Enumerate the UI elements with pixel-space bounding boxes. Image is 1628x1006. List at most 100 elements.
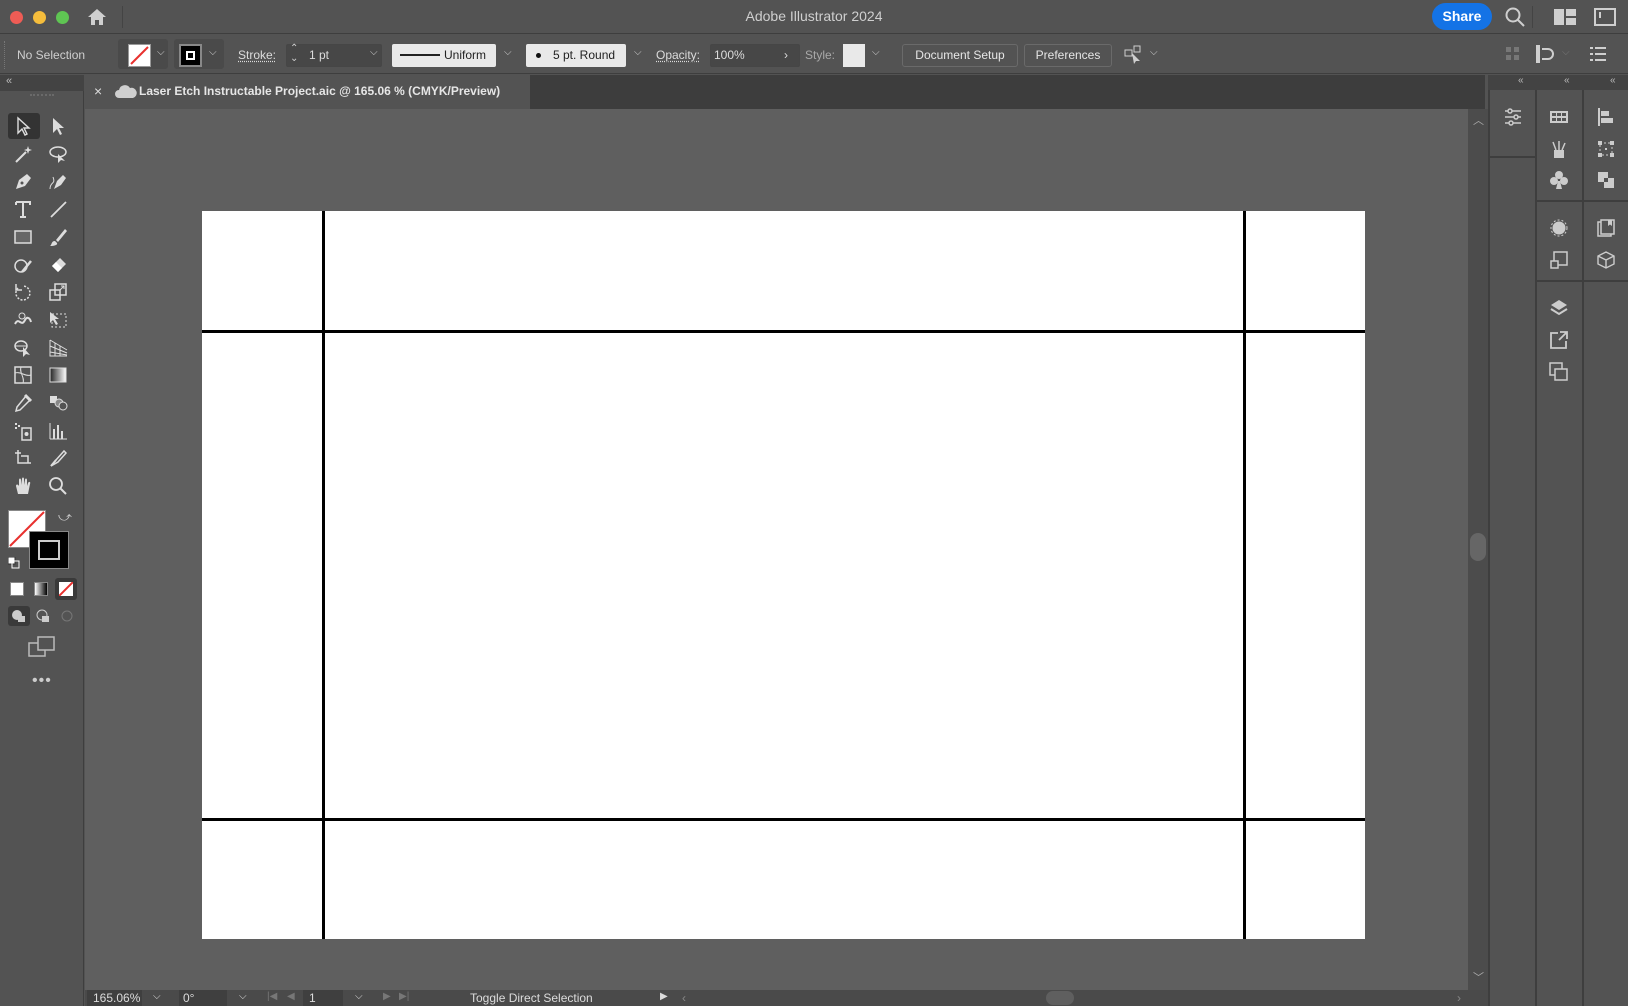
scale-tool[interactable]	[43, 279, 73, 305]
next-artboard-icon[interactable]: ▶	[383, 991, 391, 1002]
perspective-grid-tool[interactable]	[43, 335, 73, 361]
swatches-icon[interactable]	[1545, 103, 1573, 131]
artboard-tool[interactable]	[8, 445, 38, 471]
brush-definition[interactable]: 5 pt. Round	[526, 44, 626, 67]
document-tab[interactable]: × Laser Etch Instructable Project.aic @ …	[85, 75, 530, 109]
edit-toolbar-icon[interactable]: •••	[32, 672, 52, 690]
variable-width-profile[interactable]: Uniform	[392, 44, 496, 67]
select-similar-icon[interactable]	[1124, 45, 1144, 70]
export-icon[interactable]	[1545, 326, 1573, 354]
curvature-tool[interactable]	[43, 168, 73, 194]
eraser-tool[interactable]	[43, 252, 73, 278]
artboard[interactable]	[202, 211, 1365, 939]
type-tool[interactable]	[8, 196, 38, 222]
collapse-dock-1-icon[interactable]: «	[1518, 75, 1524, 86]
free-transform-tool[interactable]	[43, 307, 73, 333]
share-button[interactable]: Share	[1432, 3, 1492, 30]
pathfinder-icon[interactable]	[1592, 166, 1620, 194]
vertical-scroll-thumb[interactable]	[1470, 533, 1486, 561]
brush-chevron-icon[interactable]: ⌵	[634, 47, 642, 58]
rectangle-tool[interactable]	[8, 224, 38, 250]
layers-icon[interactable]	[1545, 294, 1573, 322]
horizontal-scroll-thumb[interactable]	[1046, 991, 1074, 1005]
graphic-style-swatch[interactable]	[843, 44, 865, 67]
align-options-icon[interactable]	[1536, 45, 1556, 68]
document-setup-button[interactable]: Document Setup	[902, 44, 1018, 67]
mesh-tool[interactable]	[8, 362, 38, 388]
shaper-tool[interactable]	[8, 252, 38, 278]
opacity-label[interactable]: Opacity:	[656, 48, 700, 62]
color-mode-button[interactable]	[10, 582, 24, 596]
direct-selection-tool[interactable]	[43, 113, 73, 139]
lasso-tool[interactable]	[43, 141, 73, 167]
slice-tool[interactable]	[43, 445, 73, 471]
stroke-weight-field[interactable]	[286, 44, 382, 67]
rotation-value[interactable]: 0°	[183, 991, 194, 1005]
draw-inside-icon[interactable]	[56, 606, 78, 626]
first-artboard-icon[interactable]: |◀	[267, 991, 277, 1002]
draw-normal-icon[interactable]	[8, 606, 30, 626]
line-segment-tool[interactable]	[43, 196, 73, 222]
artboard-chevron-icon[interactable]: ⌵	[355, 991, 363, 1002]
column-graph-tool[interactable]	[43, 418, 73, 444]
rotate-tool[interactable]	[8, 279, 38, 305]
style-chevron-icon[interactable]: ⌵	[872, 47, 880, 58]
collapse-dock-3-icon[interactable]: «	[1610, 75, 1616, 86]
eyedropper-tool[interactable]	[8, 390, 38, 416]
fill-dropdown-chevron-icon[interactable]: ⌵	[157, 47, 165, 58]
last-artboard-icon[interactable]: ▶|	[399, 991, 409, 1002]
search-icon[interactable]	[1504, 6, 1526, 33]
align-icon[interactable]	[1592, 103, 1620, 131]
path-horizontal-bottom[interactable]	[202, 818, 1365, 821]
profile-chevron-icon[interactable]: ⌵	[504, 47, 512, 58]
transform-icon[interactable]	[1592, 135, 1620, 163]
swap-fill-stroke-icon[interactable]: ⤻	[58, 509, 72, 525]
panel-toggle-icon[interactable]	[1594, 8, 1616, 31]
paintbrush-tool[interactable]	[43, 224, 73, 250]
align-options-chevron-icon[interactable]: ⌵	[1562, 47, 1570, 58]
fill-swatch[interactable]	[128, 44, 151, 67]
hand-tool[interactable]	[8, 473, 38, 499]
collapse-icon[interactable]: «	[6, 75, 12, 87]
rotation-chevron-icon[interactable]: ⌵	[239, 991, 247, 1002]
stroke-weight-chevron-icon[interactable]: ⌵	[370, 47, 378, 58]
blend-tool[interactable]	[43, 390, 73, 416]
previous-artboard-icon[interactable]: ◀	[287, 991, 295, 1002]
vertical-scrollbar[interactable]: ︿ ﹀	[1468, 109, 1488, 990]
path-horizontal-top[interactable]	[202, 330, 1365, 333]
stroke-swatch[interactable]	[179, 44, 202, 67]
scroll-up-icon[interactable]: ︿	[1473, 112, 1484, 128]
close-tab-icon[interactable]: ×	[94, 83, 102, 99]
path-vertical-left[interactable]	[322, 211, 325, 939]
selection-tool[interactable]	[8, 113, 38, 139]
collapse-dock-2-icon[interactable]: «	[1564, 75, 1570, 86]
scroll-right-icon[interactable]: ›	[1457, 991, 1461, 1005]
zoom-chevron-icon[interactable]: ⌵	[153, 991, 161, 1002]
symbols-icon[interactable]	[1545, 166, 1573, 194]
scroll-left-icon[interactable]: ‹	[682, 991, 686, 1005]
brushes-icon[interactable]	[1545, 135, 1573, 163]
zoom-level[interactable]: 165.06%	[93, 991, 140, 1005]
artboard-number[interactable]: 1	[309, 991, 316, 1005]
shape-builder-tool[interactable]	[8, 335, 38, 361]
select-similar-chevron-icon[interactable]: ⌵	[1150, 47, 1158, 58]
workspace-switcher-icon[interactable]	[1554, 9, 1576, 30]
default-fill-stroke-icon[interactable]	[7, 556, 20, 569]
panel-menu-icon[interactable]	[1590, 47, 1606, 66]
stroke-dropdown-chevron-icon[interactable]: ⌵	[209, 47, 217, 58]
path-vertical-right[interactable]	[1243, 211, 1246, 939]
graphic-styles-icon[interactable]	[1545, 246, 1573, 274]
tools-grip[interactable]	[30, 94, 54, 96]
opacity-expand-icon[interactable]: ›	[784, 48, 788, 62]
magic-wand-tool[interactable]	[8, 141, 38, 167]
gradient-mode-button[interactable]	[34, 582, 48, 596]
tools-panel-header[interactable]: «	[0, 75, 84, 91]
stroke-weight-stepper[interactable]: ⌃ ⌄	[290, 44, 298, 64]
gradient-tool[interactable]	[43, 362, 73, 388]
stroke-indicator[interactable]	[29, 531, 69, 569]
preferences-button[interactable]: Preferences	[1024, 44, 1112, 67]
zoom-tool[interactable]	[43, 473, 73, 499]
properties-icon[interactable]	[1499, 103, 1527, 131]
warp-tool[interactable]	[8, 307, 38, 333]
appearance-icon[interactable]	[1545, 214, 1573, 242]
